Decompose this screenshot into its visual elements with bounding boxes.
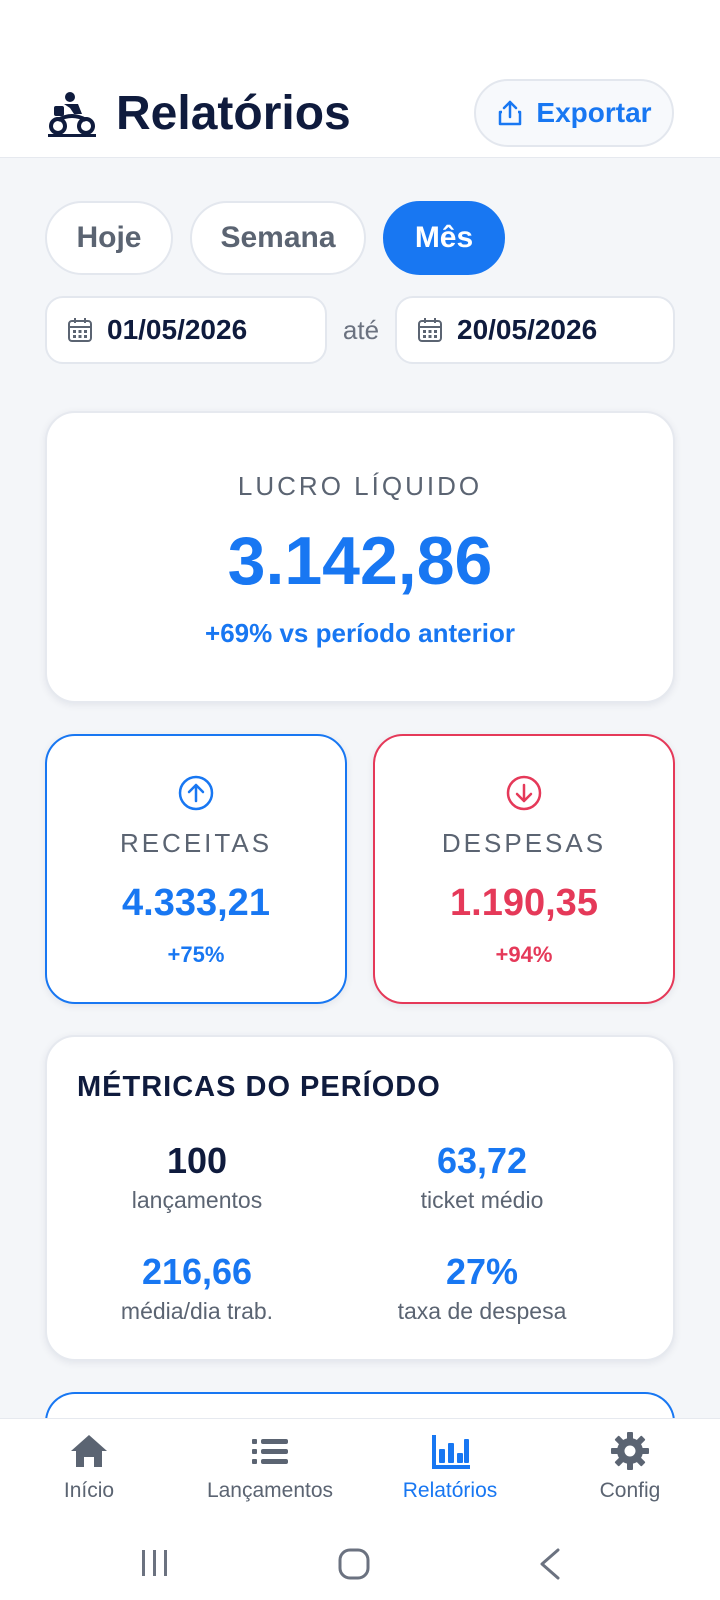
period-tab-semana[interactable]: Semana [190,201,366,275]
net-profit-card: LUCRO LÍQUIDO 3.142,86 +69% vs período a… [45,411,675,703]
calendar-icon [68,318,92,342]
nav-item-config[interactable]: Config [545,1429,715,1519]
revenue-delta: +75% [167,942,225,967]
export-button[interactable]: Exportar [474,79,674,147]
metric-label: taxa de despesa [397,1298,567,1324]
system-navigation-bar [0,1526,720,1600]
bar-chart-icon [432,1435,470,1469]
net-profit-value: 3.142,86 [227,523,493,599]
metric-entries: 100 lançamentos [57,1139,337,1214]
nav-label: Lançamentos [206,1479,334,1502]
bottom-navigation: Início Lançamentos Relatórios Config [0,1418,720,1526]
date-to-field[interactable]: 20/05/2026 [395,296,675,364]
expenses-card[interactable]: DESPESAS 1.190,35 +94% [373,734,675,1004]
date-from-field[interactable]: 01/05/2026 [45,296,327,364]
home-button-icon[interactable] [338,1548,370,1580]
calendar-icon [418,318,442,342]
revenue-card[interactable]: RECEITAS 4.333,21 +75% [45,734,347,1004]
net-profit-delta: +69% vs período anterior [205,618,515,648]
metric-expense-rate: 27% taxa de despesa [342,1250,622,1325]
metric-daily-average: 216,66 média/dia trab. [57,1250,337,1325]
metric-label: lançamentos [131,1187,263,1213]
recent-apps-icon[interactable] [138,1548,172,1578]
share-upload-icon [499,100,522,126]
arrow-up-circle-icon [178,775,214,811]
metric-label: ticket médio [420,1187,544,1213]
revenue-value: 4.333,21 [122,882,270,924]
page-title: Relatórios [116,87,351,140]
list-icon [252,1439,288,1464]
revenue-label: RECEITAS [119,828,273,858]
period-tab-mes[interactable]: Mês [383,201,505,275]
date-from-value: 01/05/2026 [107,314,248,345]
nav-label: Config [599,1479,661,1502]
period-metrics-card: MÉTRICAS DO PERÍODO 100 lançamentos 63,7… [45,1035,675,1361]
nav-item-relatorios[interactable]: Relatórios [365,1429,535,1519]
nav-label: Relatórios [402,1479,498,1502]
gear-icon [611,1432,649,1470]
motorcycle-courier-icon [48,92,96,137]
nav-item-inicio[interactable]: Início [4,1429,174,1519]
nav-item-lancamentos[interactable]: Lançamentos [185,1429,355,1519]
reports-screen: Relatórios Exportar Hoje Semana Mês 01/0… [0,0,720,1600]
arrow-down-circle-icon [506,775,542,811]
date-separator: até [342,314,380,345]
nav-label: Início [63,1479,115,1502]
metric-value: 27% [445,1251,519,1292]
export-label: Exportar [536,97,652,128]
app-header: Relatórios Exportar [0,0,720,158]
home-icon [71,1435,107,1467]
metric-value: 63,72 [436,1140,528,1181]
metric-value: 216,66 [141,1251,253,1292]
expenses-value: 1.190,35 [450,882,598,924]
net-profit-label: LUCRO LÍQUIDO [237,471,483,501]
metric-average-ticket: 63,72 ticket médio [342,1139,622,1214]
date-to-value: 20/05/2026 [457,314,598,345]
expenses-delta: +94% [495,942,553,967]
metric-value: 100 [166,1140,228,1181]
period-tab-hoje[interactable]: Hoje [45,201,173,275]
back-icon[interactable] [538,1548,562,1580]
metric-label: média/dia trab. [120,1298,274,1324]
expenses-label: DESPESAS [441,828,607,858]
metrics-title: MÉTRICAS DO PERÍODO [77,1071,441,1103]
